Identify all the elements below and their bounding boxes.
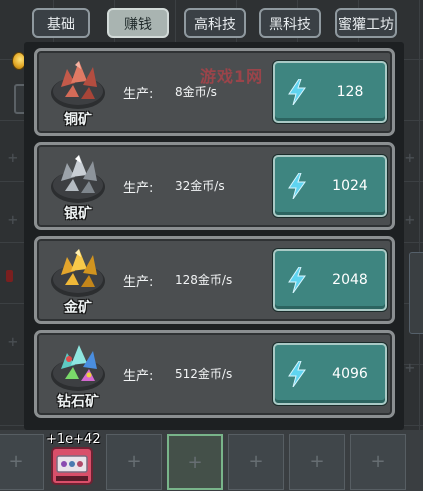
diamond-ore-icon [51, 345, 105, 391]
lightning-icon [288, 361, 306, 387]
category-tabs: 基础 赚钱 高科技 黑科技 蜜獾工坊 [32, 8, 402, 40]
tab-basic[interactable]: 基础 [32, 8, 90, 38]
lightning-icon [288, 173, 306, 199]
cost-value: 2048 [332, 272, 368, 288]
marker-icon [6, 270, 13, 282]
grid-slot[interactable]: + [228, 434, 284, 490]
lightning-icon [288, 267, 306, 293]
ore-name: 钻石矿 [57, 394, 99, 410]
production-label: 生产: [123, 181, 154, 196]
lightning-icon [288, 79, 306, 105]
gem-machine-icon[interactable] [48, 442, 96, 488]
side-structure [409, 252, 423, 334]
plus-icon: + [405, 148, 415, 167]
copper-ore-icon [51, 61, 105, 109]
money-items-panel: 铜矿 生产: 8金币/s 128 银矿 生产: 32金币/s 1024 金矿 生… [24, 42, 404, 430]
tab-honey-badger-workshop[interactable]: 蜜獾工坊 [335, 8, 397, 38]
silver-ore-icon [51, 155, 105, 203]
tab-black-tech[interactable]: 黑科技 [259, 8, 321, 38]
grid-slot[interactable]: + [0, 434, 44, 490]
gold-ore-icon [51, 249, 105, 297]
tab-make-money[interactable]: 赚钱 [107, 8, 169, 38]
production-rate: 512金币/s [175, 367, 233, 381]
production-rate: 128金币/s [175, 273, 233, 287]
production-label: 生产: [123, 369, 154, 384]
bonus-output-text: +1e+42 [46, 432, 101, 447]
ore-card-diamond: 钻石矿 生产: 512金币/s 4096 [34, 330, 395, 418]
cost-value: 1024 [332, 178, 368, 194]
cost-value: 4096 [332, 366, 368, 382]
plus-icon: + [405, 358, 415, 377]
ore-name: 金矿 [64, 300, 92, 316]
ore-card-gold: 金矿 生产: 128金币/s 2048 [34, 236, 395, 324]
buy-silver-button[interactable]: 1024 [273, 155, 387, 217]
production-rate: 32金币/s [175, 179, 225, 193]
plus-icon: + [8, 210, 18, 229]
ore-card-silver: 银矿 生产: 32金币/s 1024 [34, 142, 395, 230]
grid-slot[interactable]: + [350, 434, 406, 490]
cost-value: 128 [336, 84, 364, 100]
production-label: 生产: [123, 87, 154, 102]
grid-slot[interactable]: + [106, 434, 162, 490]
buy-copper-button[interactable]: 128 [273, 61, 387, 123]
tab-high-tech[interactable]: 高科技 [184, 8, 246, 38]
production-label: 生产: [123, 275, 154, 290]
grid-slot-selected[interactable]: + [167, 434, 223, 490]
plus-icon: + [405, 210, 415, 229]
buy-diamond-button[interactable]: 4096 [273, 343, 387, 405]
plus-icon: + [8, 332, 18, 351]
ore-name: 铜矿 [64, 112, 92, 128]
ore-card-copper: 铜矿 生产: 8金币/s 128 [34, 48, 395, 136]
watermark-text: 游戏1网 [200, 67, 264, 86]
buy-gold-button[interactable]: 2048 [273, 249, 387, 311]
plus-icon: + [8, 148, 18, 167]
grid-slot[interactable]: + [289, 434, 345, 490]
ore-name: 银矿 [64, 206, 92, 222]
